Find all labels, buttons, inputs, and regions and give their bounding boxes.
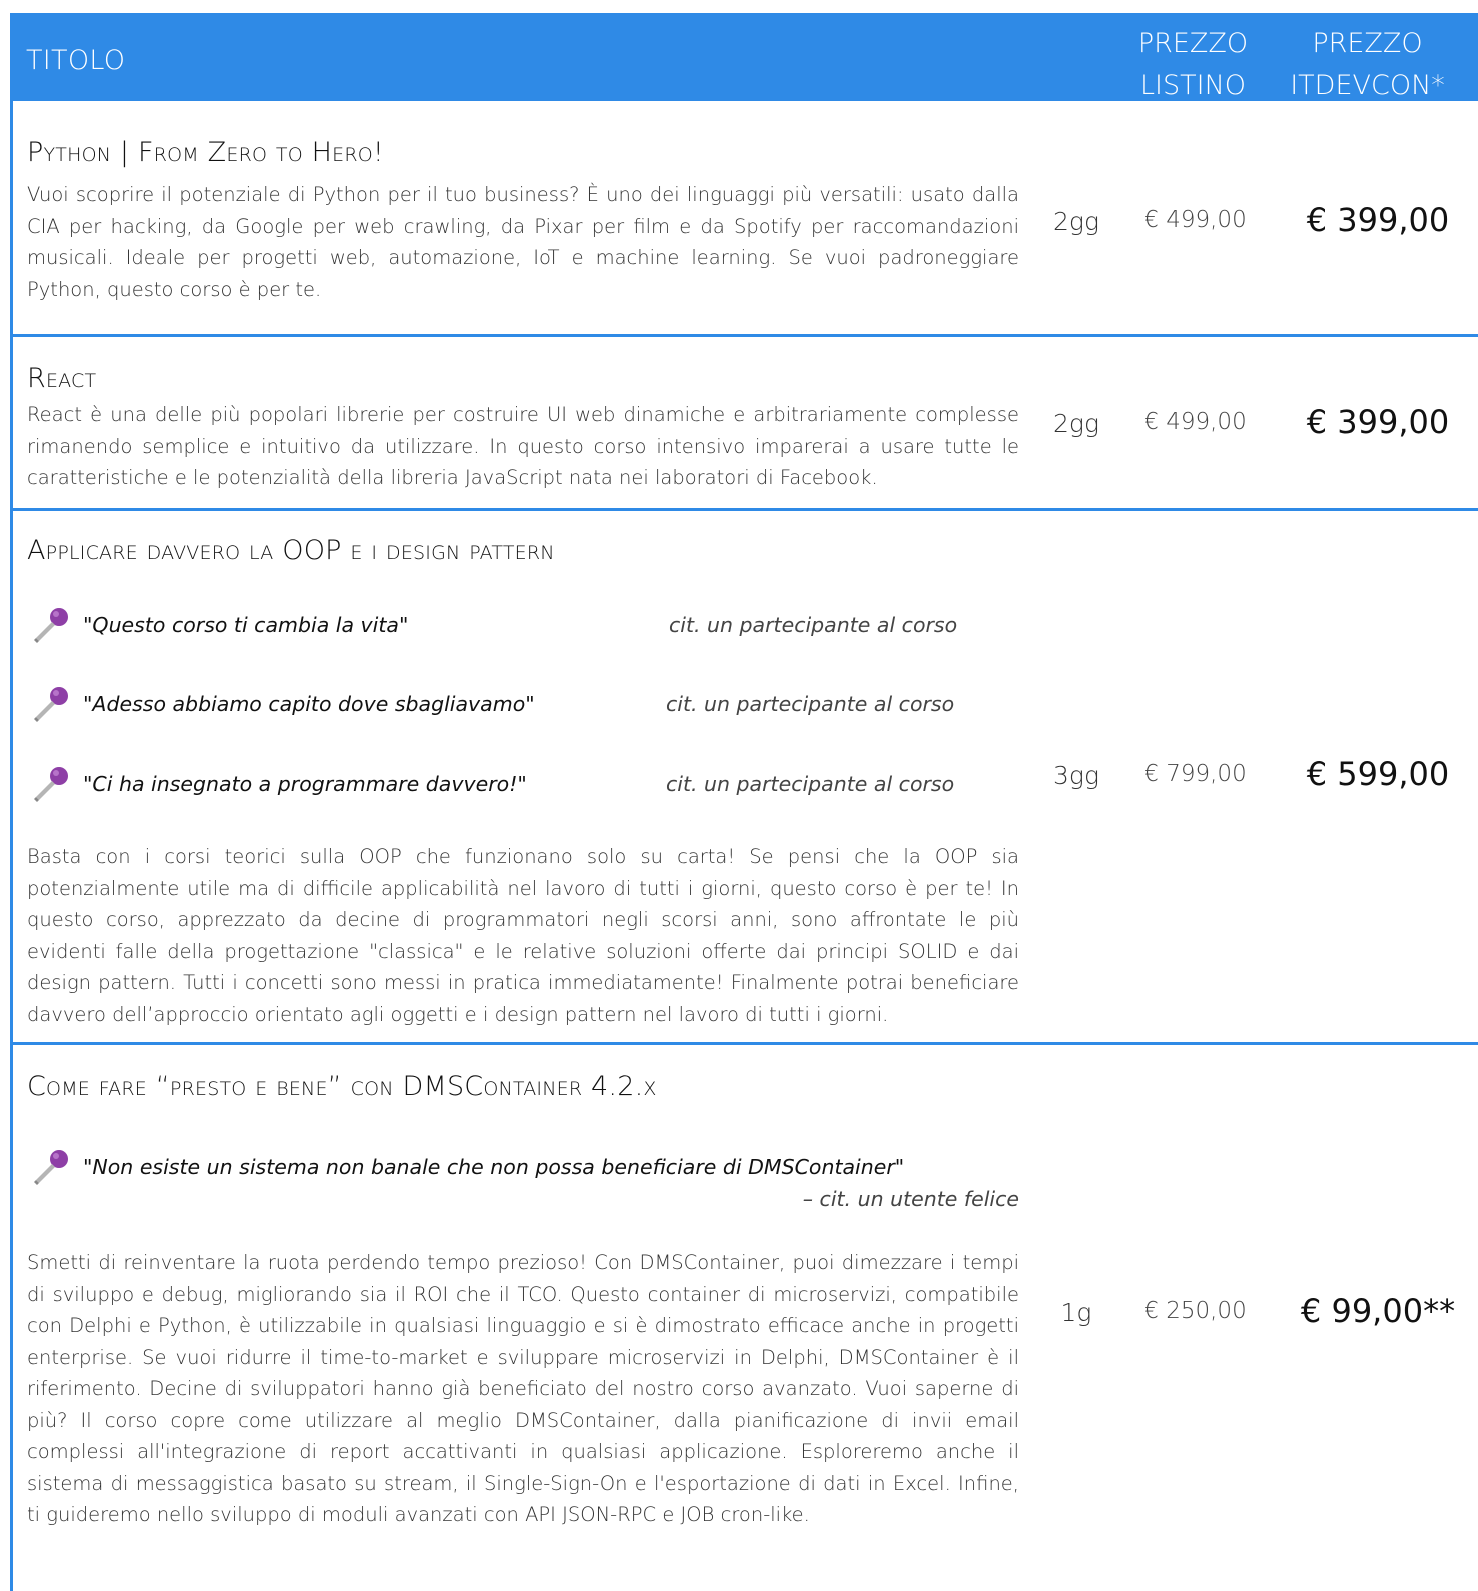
microphone-icon <box>34 1150 68 1185</box>
header-price-itdevcon: PREZZO ITDEVCON* <box>1280 23 1455 107</box>
microphone-icon <box>34 608 68 643</box>
microphone-icon <box>34 687 68 722</box>
course-description-react: React è una delle più popolari librerie … <box>27 403 1019 489</box>
header-price-itdevcon-line1: PREZZO <box>1312 28 1423 59</box>
course-title-python-text: Python | From Zero to Hero! <box>27 137 384 168</box>
quote-oop-3-cite: cit. un partecipante al corso <box>666 772 955 796</box>
course-description-oop: Basta con i corsi teorici sulla OOP che … <box>27 845 1019 1026</box>
course-duration-react: 2gg <box>1053 409 1099 438</box>
course-duration-dmscontainer: 1g <box>1060 1298 1092 1327</box>
header-title: TITOLO <box>26 45 126 76</box>
course-price-list-python: € 499,00 <box>1144 207 1247 233</box>
quote-oop-1: "Questo corso ti cambia la vita" cit. un… <box>31 605 1031 645</box>
course-row-dmscontainer: Come fare “presto e bene” con DMSContain… <box>10 1045 1478 1591</box>
course-duration-python: 2gg <box>1053 207 1099 236</box>
course-price-itdevcon-dmscontainer: € 99,00** <box>1300 1292 1456 1330</box>
course-price-itdevcon-python: € 399,00 <box>1306 201 1450 239</box>
quote-oop-1-text: "Questo corso ti cambia la vita" <box>83 613 409 637</box>
table-header: TITOLO PREZZO LISTINO PREZZO ITDEVCON* <box>10 13 1478 101</box>
course-price-itdevcon-react: € 399,00 <box>1306 403 1450 441</box>
course-title-python: Python | From Zero to Hero! <box>27 137 384 168</box>
quote-oop-1-cite: cit. un partecipante al corso <box>669 613 958 637</box>
header-price-list-line1: PREZZO <box>1137 28 1249 59</box>
course-row-python: Python | From Zero to Hero! Vuoi scoprir… <box>10 101 1478 337</box>
course-price-list-oop: € 799,00 <box>1144 761 1247 787</box>
course-title-react: React <box>27 363 97 394</box>
course-title-oop: Applicare davvero la OOP e i design patt… <box>27 535 555 566</box>
quote-oop-2-cite: cit. un partecipante al corso <box>666 692 955 716</box>
quote-dms: "Non esiste un sistema non banale che no… <box>31 1147 1031 1187</box>
quote-oop-2-text: "Adesso abbiamo capito dove sbagliavamo" <box>83 692 535 716</box>
course-row-oop: Applicare davvero la OOP e i design patt… <box>10 511 1478 1045</box>
quote-oop-2: "Adesso abbiamo capito dove sbagliavamo"… <box>31 684 1031 724</box>
course-price-table: TITOLO PREZZO LISTINO PREZZO ITDEVCON* P… <box>10 13 1478 1591</box>
quote-oop-3-text: "Ci ha insegnato a programmare davvero!" <box>83 772 527 796</box>
header-price-list: PREZZO LISTINO <box>1128 23 1258 107</box>
course-title-dmscontainer: Come fare “presto e bene” con DMSContain… <box>27 1071 657 1102</box>
quote-dms-text: "Non esiste un sistema non banale che no… <box>83 1155 905 1179</box>
course-description-python: Vuoi scoprire il potenziale di Python pe… <box>27 183 1019 301</box>
course-price-list-dmscontainer: € 250,00 <box>1144 1298 1247 1324</box>
course-price-itdevcon-oop: € 599,00 <box>1306 755 1450 793</box>
course-description-dmscontainer: Smetti di reinventare la ruota perdendo … <box>27 1251 1019 1526</box>
course-price-list-react: € 499,00 <box>1144 409 1247 435</box>
course-duration-oop: 3gg <box>1053 761 1099 790</box>
course-row-react: React React è una delle più popolari lib… <box>10 337 1478 511</box>
quote-oop-3: "Ci ha insegnato a programmare davvero!"… <box>31 764 1031 804</box>
microphone-icon <box>34 767 68 802</box>
quote-dms-cite: – cit. un utente felice <box>802 1187 1019 1211</box>
